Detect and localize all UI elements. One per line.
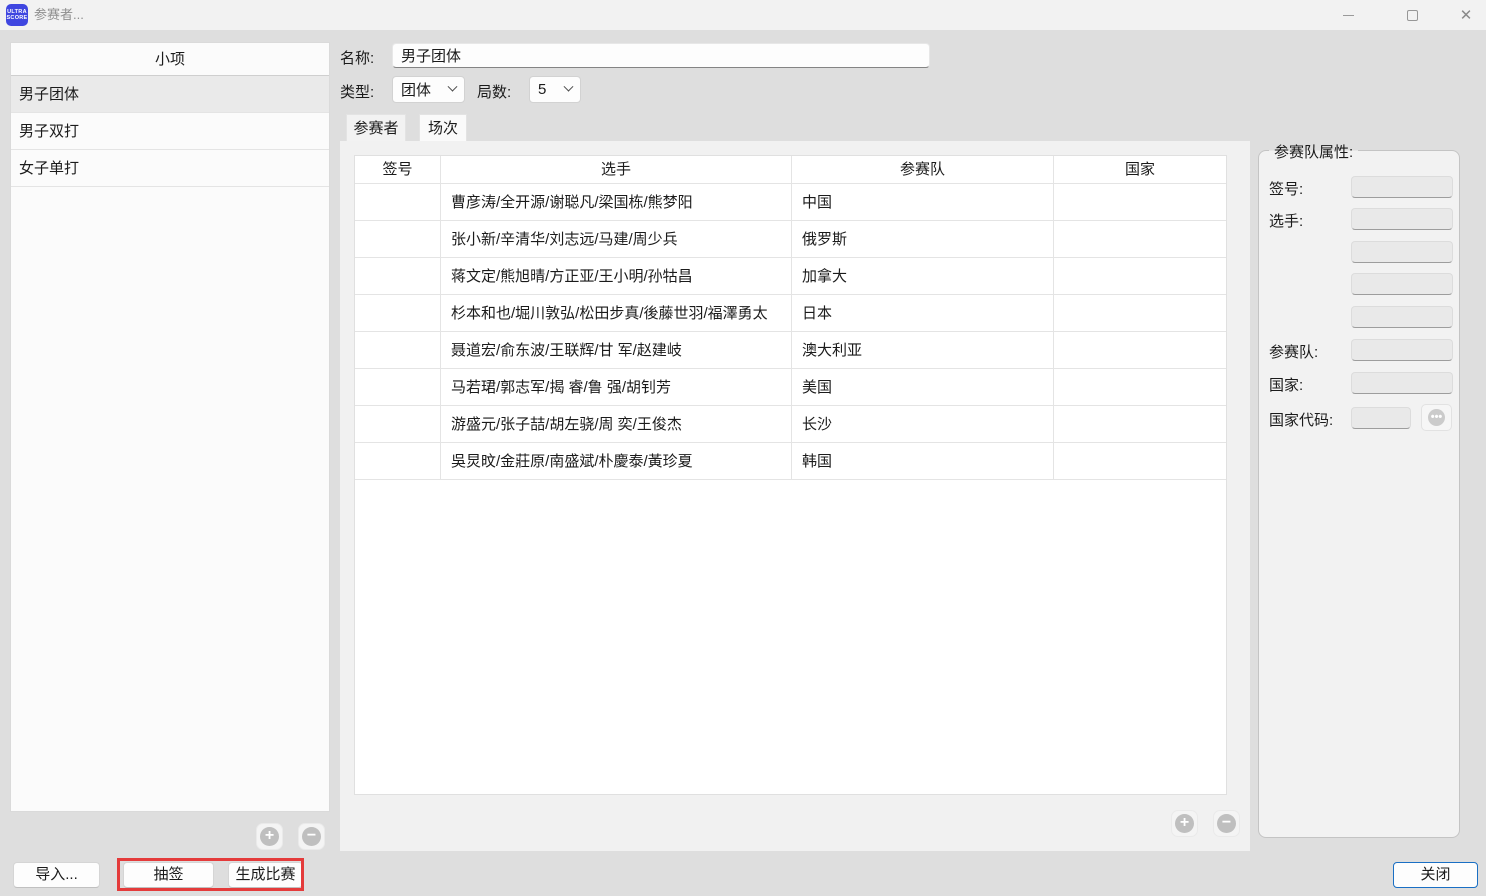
player-input-3[interactable] xyxy=(1351,273,1453,295)
plus-icon: + xyxy=(260,827,279,846)
country-label: 国家: xyxy=(1269,374,1303,395)
minus-icon: − xyxy=(1217,814,1236,833)
minimize-icon xyxy=(1343,15,1354,16)
country-code-label: 国家代码: xyxy=(1269,409,1333,430)
maximize-button[interactable] xyxy=(1390,0,1434,30)
player-input-2[interactable] xyxy=(1351,241,1453,263)
team-label: 参赛队: xyxy=(1269,341,1318,362)
close-window-button[interactable]: ✕ xyxy=(1444,0,1486,30)
column-header-players: 选手 xyxy=(441,156,792,184)
participants-table: 签号 选手 参赛队 国家 曹彦涛/全开源/谢聪凡/梁国栋/熊梦阳 中国 张小新/… xyxy=(354,155,1227,795)
close-icon: ✕ xyxy=(1460,6,1473,24)
table-row[interactable]: 马若珺/郭志军/揭 睿/鲁 强/胡钊芳 美国 xyxy=(355,369,1226,406)
type-label: 类型: xyxy=(340,81,374,102)
ellipsis-icon: ••• xyxy=(1428,409,1445,426)
minimize-button[interactable] xyxy=(1326,0,1370,30)
name-label: 名称: xyxy=(340,47,374,68)
minus-icon: − xyxy=(302,827,321,846)
remove-participant-button[interactable]: − xyxy=(1213,810,1240,837)
table-row[interactable]: 聂道宏/俞东波/王联辉/甘 军/赵建岐 澳大利亚 xyxy=(355,332,1226,369)
chevron-down-icon xyxy=(564,82,574,92)
team-properties-title: 参赛队属性: xyxy=(1269,141,1358,162)
maximize-icon xyxy=(1407,10,1418,21)
event-list-panel: 小项 男子团体 男子双打 女子单打 xyxy=(10,42,330,812)
country-code-input[interactable] xyxy=(1351,407,1411,429)
table-row[interactable]: 张小新/辛清华/刘志远/马建/周少兵 俄罗斯 xyxy=(355,221,1226,258)
games-label: 局数: xyxy=(477,81,511,102)
country-code-browse-button[interactable]: ••• xyxy=(1421,404,1452,431)
table-row[interactable]: 杉本和也/堀川敦弘/松田步真/後藤世羽/福澤勇太 日本 xyxy=(355,295,1226,332)
import-button[interactable]: 导入... xyxy=(13,862,100,888)
players-label: 选手: xyxy=(1269,210,1303,231)
column-header-team: 参赛队 xyxy=(792,156,1054,184)
tab-matches[interactable]: 场次 xyxy=(419,114,467,141)
column-header-country: 国家 xyxy=(1054,156,1226,184)
remove-event-button[interactable]: − xyxy=(298,823,325,850)
title-bar: ULTRA SCORE 参赛者... ✕ xyxy=(0,0,1486,30)
sidebar-item-mens-doubles[interactable]: 男子双打 xyxy=(11,113,329,150)
table-row[interactable]: 游盛元/张子喆/胡左骁/周 奕/王俊杰 长沙 xyxy=(355,406,1226,443)
player-input-1[interactable] xyxy=(1351,208,1453,230)
table-row[interactable]: 吳炅旼/金莊原/南盛斌/朴慶泰/黃珍夏 韩国 xyxy=(355,443,1226,480)
add-event-button[interactable]: + xyxy=(256,823,283,850)
event-list-header: 小项 xyxy=(11,43,329,76)
window-title: 参赛者... xyxy=(34,0,84,30)
close-dialog-button[interactable]: 关闭 xyxy=(1393,862,1478,888)
name-input[interactable] xyxy=(392,43,930,68)
table-row[interactable]: 蒋文定/熊旭晴/方正亚/王小明/孙牯昌 加拿大 xyxy=(355,258,1226,295)
team-properties-groupbox: 参赛队属性: 签号: 选手: 参赛队: 国家: 国家代码: ••• xyxy=(1258,150,1460,838)
app-logo-icon: ULTRA SCORE xyxy=(6,4,28,26)
team-input[interactable] xyxy=(1351,339,1453,361)
player-input-4[interactable] xyxy=(1351,306,1453,328)
plus-icon: + xyxy=(1175,814,1194,833)
table-header-row: 签号 选手 参赛队 国家 xyxy=(355,156,1226,184)
column-header-sign: 签号 xyxy=(355,156,441,184)
tab-participants[interactable]: 参赛者 xyxy=(346,114,406,141)
games-dropdown[interactable]: 5 xyxy=(529,76,581,103)
draw-button[interactable]: 抽签 xyxy=(123,862,214,888)
sidebar-item-womens-singles[interactable]: 女子单打 xyxy=(11,150,329,187)
sign-input[interactable] xyxy=(1351,176,1453,198)
generate-matches-button[interactable]: 生成比赛 xyxy=(228,862,303,888)
chevron-down-icon xyxy=(448,82,458,92)
type-dropdown[interactable]: 团体 xyxy=(392,76,465,103)
table-row[interactable]: 曹彦涛/全开源/谢聪凡/梁国栋/熊梦阳 中国 xyxy=(355,184,1226,221)
sidebar-item-mens-team[interactable]: 男子团体 xyxy=(11,76,329,113)
add-participant-button[interactable]: + xyxy=(1171,810,1198,837)
country-input[interactable] xyxy=(1351,372,1453,394)
sign-label: 签号: xyxy=(1269,178,1303,199)
